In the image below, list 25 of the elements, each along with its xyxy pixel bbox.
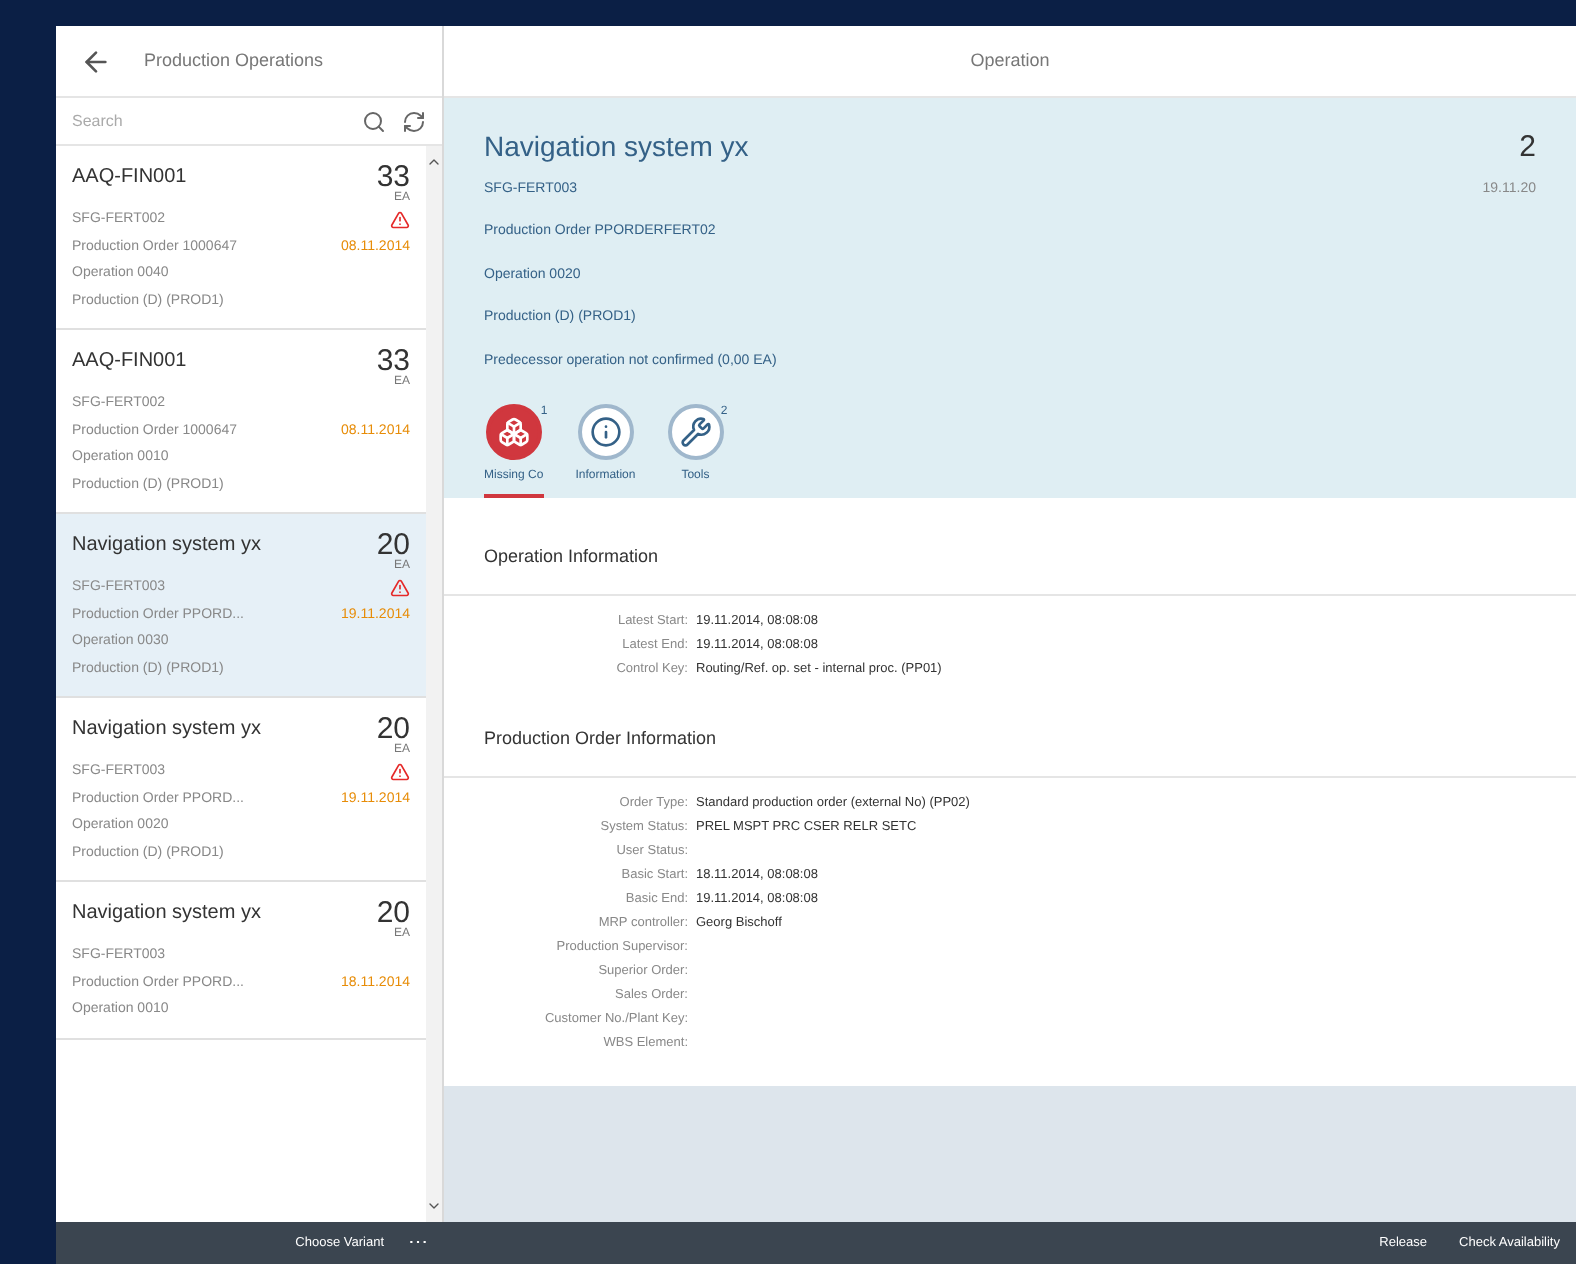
item-title: Navigation system yx <box>72 716 261 744</box>
master-title: Production Operations <box>144 47 324 74</box>
item-title: AAQ-FIN001 <box>72 164 187 192</box>
scroll-bar[interactable] <box>426 146 442 1222</box>
refresh-icon[interactable] <box>402 109 426 133</box>
item-title: AAQ-FIN001 <box>72 348 187 376</box>
section-title: Operation Information <box>484 546 659 566</box>
search-field[interactable]: Search <box>72 109 362 133</box>
back-button[interactable] <box>80 45 112 77</box>
boxes-icon <box>497 416 530 448</box>
info-icon <box>589 416 622 448</box>
section-title: Production Order Information <box>484 728 717 748</box>
item-title: Navigation system yx <box>72 532 261 560</box>
wrench-icon <box>679 416 712 448</box>
item-quantity: 20 <box>376 898 410 928</box>
more-button[interactable]: ⋯ <box>408 1228 428 1258</box>
item-quantity: 33 <box>376 346 410 376</box>
object-number: 2 <box>1519 128 1536 168</box>
item-quantity: 20 <box>376 714 410 744</box>
item-quantity: 20 <box>376 530 410 560</box>
detail-title: Operation <box>970 47 1050 74</box>
item-title: Navigation system yx <box>72 900 261 928</box>
item-quantity: 33 <box>376 162 410 192</box>
search-icon[interactable] <box>362 109 386 133</box>
object-title: Navigation system yx <box>484 128 749 166</box>
